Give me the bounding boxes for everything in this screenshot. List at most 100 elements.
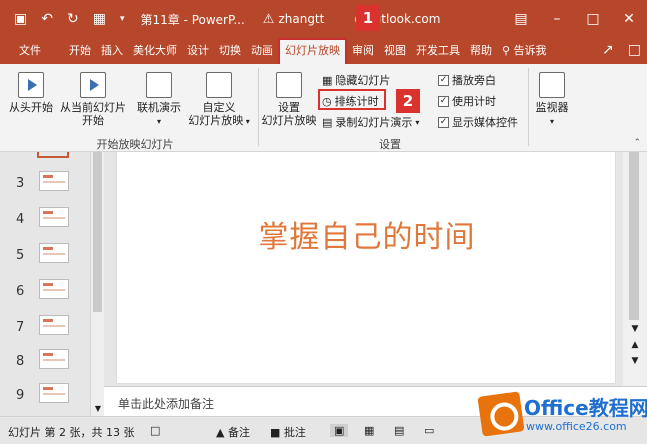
notes-button[interactable]: ▲ 备注 [216,424,250,440]
collapse-ribbon-icon[interactable]: ⌃ [633,138,641,148]
slideshow-play-icon [18,72,44,98]
tab-transitions[interactable]: 切换 [214,40,246,64]
thumbnail-image [39,349,69,369]
tab-animations[interactable]: 动画 [246,40,278,64]
thumbnail-item[interactable]: 8 [0,346,90,376]
slide-editor: 掌握自己的时间 [104,152,623,386]
tab-developer[interactable]: 开发工具 [411,40,465,64]
group-label-setup: 设置 [379,138,401,151]
monitor-icon [539,72,565,98]
tab-design[interactable]: 设计 [182,40,214,64]
notes-placeholder: 单击此处添加备注 [118,397,215,411]
presentation-icon[interactable]: ▦ [93,12,106,26]
custom-slideshow-button[interactable]: 自定义 幻灯片放映 ▾ [184,72,254,128]
lightbulb-icon: ⚲ [502,44,511,57]
comments-button[interactable]: ■ 批注 [270,424,306,440]
comment-icon: ■ [270,426,281,439]
globe-icon [146,72,172,98]
record-slideshow-button[interactable]: ▤ 录制幻灯片演示 ▾ [322,114,419,130]
setup-slideshow-icon [276,72,302,98]
thumbnail-item[interactable]: 9 [0,380,90,410]
watermark: Office教程网 www.office26.com [477,388,647,444]
previous-slide-icon[interactable]: ▲ [623,340,647,350]
repeat-icon[interactable]: ↻ [67,12,79,26]
comment-icon[interactable]: □ [628,42,641,58]
title-bar: ▣ ↶ ↻ ▦ ▾ 第11章 - PowerP... ⚠ zhangtt @out… [0,0,647,38]
minimize-icon[interactable]: – [539,11,575,27]
setup-slideshow-button[interactable]: 设置 幻灯片放映 [260,72,318,127]
tab-review[interactable]: 审阅 [347,40,379,64]
use-timings-checkbox[interactable]: ✓ 使用计时 [438,93,496,109]
slideshow-view-icon[interactable]: ▭ [424,424,434,437]
thumbnail-item[interactable]: 6 [0,276,90,306]
callout-badge-2: 2 [396,89,420,113]
tab-home[interactable]: 开始 [64,40,96,64]
ribbon-tabs: 文件 开始 插入 美化大师 设计 切换 动画 幻灯片放映 审阅 视图 开发工具 … [0,38,647,64]
maximize-icon[interactable]: □ [575,11,611,27]
thumbnail-image [39,243,69,263]
ribbon-display-icon[interactable]: ▤ [503,11,539,27]
checkmark-icon: ✓ [438,95,449,107]
warning-icon: ⚠ [262,11,275,27]
thumbnail-item[interactable]: 5 [0,240,90,270]
record-icon: ▤ [322,115,333,129]
watermark-brand: Office教程网 [524,396,647,420]
thumbnail-item[interactable]: 3 [0,168,90,198]
divider [258,68,259,146]
scrollbar-thumb[interactable] [93,152,102,312]
normal-view-icon[interactable]: ▣ [330,424,349,437]
undo-icon[interactable]: ↶ [41,12,53,26]
thumbnail-image [39,279,69,299]
from-current-button[interactable]: 从当前幻灯片 开始 [58,72,128,127]
slide-title[interactable]: 掌握自己的时间 [117,212,617,256]
tab-beautify[interactable]: 美化大师 [128,40,182,64]
thumbnail-image [39,315,69,335]
thumbnail-item[interactable]: 4 [0,204,90,234]
chevron-down-icon: ▾ [415,117,420,127]
window-title: 第11章 - PowerP... [140,12,245,27]
thumbnail-image [39,383,69,403]
checkmark-icon: ✓ [438,116,449,128]
show-media-controls-checkbox[interactable]: ✓ 显示媒体控件 [438,114,518,130]
custom-slideshow-icon [206,72,232,98]
chevron-down-icon: ▾ [156,117,161,126]
current-slide[interactable]: 掌握自己的时间 [116,152,616,384]
slideshow-current-icon [80,72,106,98]
hide-slide-button[interactable]: ▦ 隐藏幻灯片 [322,72,390,88]
present-online-button[interactable]: 联机演示 ▾ [134,72,184,128]
thumbnail-partial [37,152,69,158]
thumbnails-scrollbar[interactable]: ▼ [90,152,104,416]
slide-scrollbar[interactable]: ▼ ▲ ▼ [623,152,647,386]
tab-insert[interactable]: 插入 [96,40,128,64]
tell-me-search[interactable]: ⚲ 告诉我 [497,40,552,64]
tab-view[interactable]: 视图 [379,40,411,64]
save-icon[interactable]: ▣ [14,12,27,26]
hide-slide-icon: ▦ [322,73,333,87]
scroll-down-icon[interactable]: ▼ [91,402,105,416]
tab-slideshow[interactable]: 幻灯片放映 [278,38,347,64]
chevron-down-icon: ▾ [243,117,250,126]
scroll-down-icon[interactable]: ▼ [623,324,647,334]
monitor-button[interactable]: 监视器 ▾ [530,72,574,128]
close-icon[interactable]: ✕ [611,11,647,27]
play-narrations-checkbox[interactable]: ✓ 播放旁白 [438,72,496,88]
share-icon[interactable]: ↗ [602,42,614,58]
spellcheck-icon[interactable]: □ [150,424,160,437]
checkmark-icon: ✓ [438,74,449,86]
slide-thumbnails-pane: 3 4 5 6 7 8 9 [0,152,104,416]
tab-file[interactable]: 文件 [14,40,46,64]
next-slide-icon[interactable]: ▼ [623,356,647,366]
from-beginning-button[interactable]: 从头开始 [4,72,58,114]
scrollbar-thumb[interactable] [629,152,639,320]
thumbnail-image [39,207,69,227]
group-label-start: 开始放映幻灯片 [96,138,174,151]
reading-view-icon[interactable]: ▤ [394,424,404,437]
thumbnail-image [39,171,69,191]
thumbnail-item[interactable]: 7 [0,312,90,342]
office-logo-icon [477,391,525,437]
tab-help[interactable]: 帮助 [465,40,497,64]
slide-sorter-icon[interactable]: ▦ [364,424,374,437]
callout-badge-1: 1 [356,5,380,31]
customize-qat-icon[interactable]: ▾ [120,14,125,24]
divider [528,68,529,146]
